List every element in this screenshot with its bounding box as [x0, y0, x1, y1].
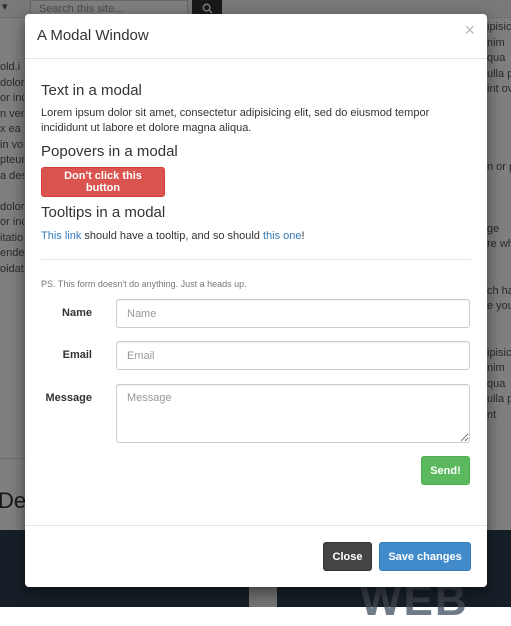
save-changes-button[interactable]: Save changes: [379, 542, 471, 571]
name-label: Name: [62, 307, 92, 319]
message-textarea[interactable]: [116, 384, 470, 443]
close-button[interactable]: Close: [323, 542, 372, 571]
email-input[interactable]: [116, 341, 470, 370]
tooltip-sentence: This link should have a tooltip, and so …: [41, 229, 305, 244]
popovers-heading: Popovers in a modal: [41, 143, 178, 160]
modal-dialog: A Modal Window × Text in a modal Lorem i…: [25, 14, 487, 587]
modal-title: A Modal Window: [37, 27, 149, 44]
tooltips-heading: Tooltips in a modal: [41, 204, 166, 221]
tooltip-sentence-middle: should have a tooltip, and so should: [84, 230, 260, 242]
send-button[interactable]: Send!: [421, 456, 470, 485]
popover-button[interactable]: Don't click this button: [41, 167, 165, 197]
tooltip-link-1[interactable]: This link: [41, 230, 81, 242]
text-heading: Text in a modal: [41, 82, 142, 99]
close-icon[interactable]: ×: [464, 21, 475, 39]
modal-header: A Modal Window ×: [25, 14, 487, 59]
email-label: Email: [62, 349, 92, 361]
message-label: Message: [45, 392, 92, 404]
name-input[interactable]: [116, 299, 470, 328]
ps-note: PS. This form doesn't do anything. Just …: [41, 279, 247, 289]
modal-footer-divider: [25, 525, 487, 526]
tooltip-link-2[interactable]: this one: [263, 230, 302, 242]
section-divider: [41, 259, 471, 260]
tooltip-sentence-end: !: [301, 230, 305, 242]
text-body: Lorem ipsum dolor sit amet, consectetur …: [41, 107, 430, 134]
